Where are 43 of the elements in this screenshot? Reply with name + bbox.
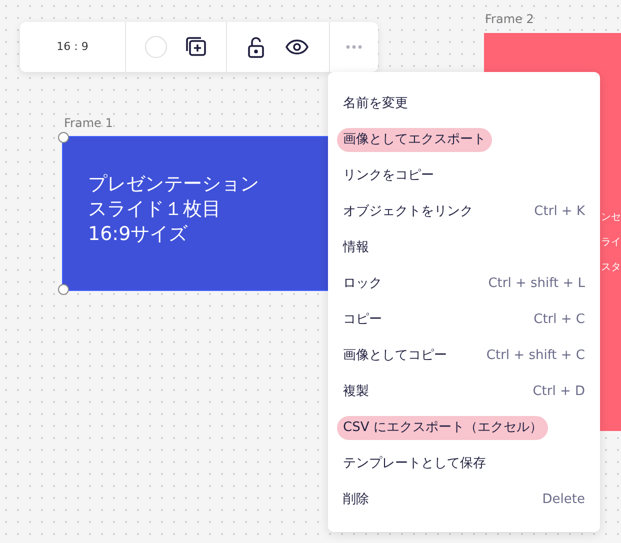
menu-item-label: ロック — [343, 275, 382, 294]
menu-item[interactable]: オブジェクトをリンク Ctrl + K — [343, 194, 585, 230]
frame-text: ライ — [601, 236, 621, 250]
selection-handle[interactable] — [58, 284, 69, 295]
menu-item-label: CSV にエクスポート（エクセル） — [337, 416, 548, 440]
menu-item[interactable]: ロック Ctrl + shift + L — [343, 266, 585, 302]
eye-icon[interactable] — [285, 39, 309, 55]
menu-item[interactable]: コピー Ctrl + C — [343, 302, 585, 338]
frame-text: スライド１枚目 — [88, 197, 222, 222]
menu-item[interactable]: 削除 Delete — [343, 482, 585, 518]
frame-text: ンセ — [601, 211, 621, 225]
menu-item-label: 複製 — [343, 383, 369, 402]
fill-color-button[interactable] — [145, 36, 167, 58]
menu-item-label: オブジェクトをリンク — [343, 203, 473, 222]
menu-item-label: 画像としてエクスポート — [337, 128, 492, 152]
frame-label: Frame 2 — [485, 11, 534, 28]
menu-item-label: 情報 — [343, 239, 369, 258]
frame-text: プレゼンテーション — [88, 172, 259, 197]
menu-item[interactable]: テンプレートとして保存 — [343, 446, 585, 482]
frame-text: 16:9サイズ — [88, 222, 189, 247]
shortcut-text: Ctrl + shift + L — [488, 275, 585, 294]
menu-item[interactable]: 名前を変更 — [343, 86, 585, 122]
frame-label: Frame 1 — [64, 115, 113, 132]
shortcut-text: Ctrl + shift + C — [486, 347, 585, 366]
menu-item[interactable]: 情報 — [343, 230, 585, 266]
shortcut-text: Delete — [542, 491, 585, 510]
menu-item-label: 名前を変更 — [343, 95, 408, 114]
selection-handle[interactable] — [58, 132, 69, 143]
menu-item-label: 削除 — [343, 491, 369, 510]
add-frame-icon[interactable] — [185, 36, 207, 58]
menu-item[interactable]: 画像としてコピー Ctrl + shift + C — [343, 338, 585, 374]
shortcut-text: Ctrl + K — [534, 203, 585, 222]
menu-item-label: 画像としてコピー — [343, 347, 447, 366]
unlocked-padlock-icon[interactable] — [247, 36, 265, 58]
aspect-ratio-button[interactable]: 16 : 9 — [56, 38, 88, 56]
menu-item[interactable]: 複製 Ctrl + D — [343, 374, 585, 410]
frame-text: スタ — [601, 261, 621, 275]
menu-item-label: テンプレートとして保存 — [343, 455, 486, 474]
shortcut-text: Ctrl + C — [534, 311, 585, 330]
menu-item[interactable]: リンクをコピー — [343, 158, 585, 194]
menu-item-label: コピー — [343, 311, 382, 330]
shortcut-text: Ctrl + D — [532, 383, 585, 402]
menu-item-label: リンクをコピー — [343, 167, 434, 186]
